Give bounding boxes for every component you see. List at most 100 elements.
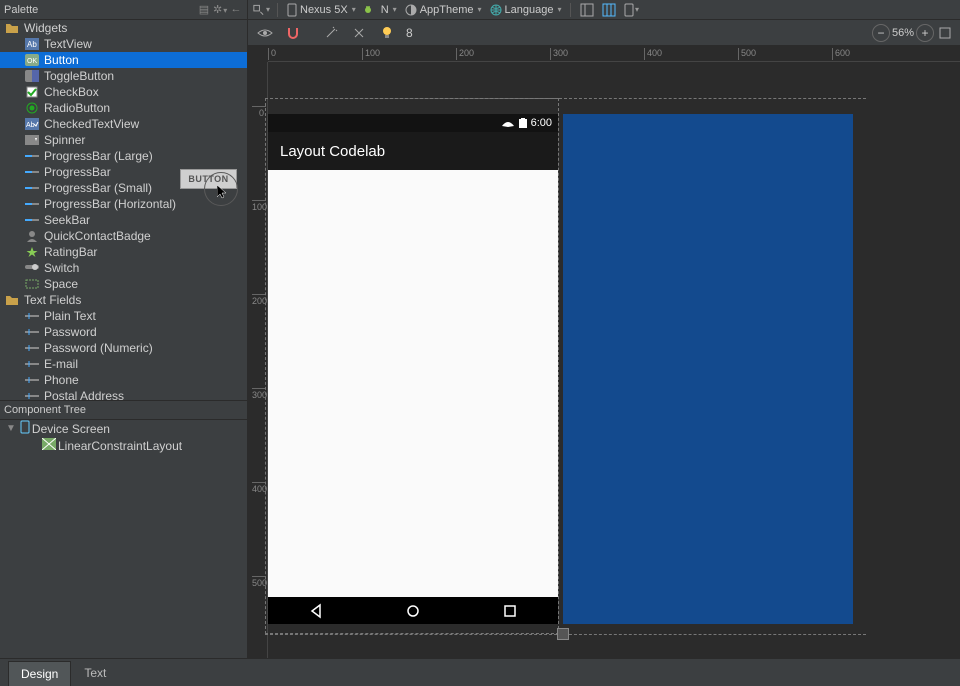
bottom-tabs: Design Text bbox=[0, 658, 960, 686]
palette-settings-icon[interactable]: ✲▾ bbox=[213, 3, 227, 16]
widget-icon bbox=[24, 261, 40, 275]
widget-label: Plain Text bbox=[44, 309, 96, 323]
nav-recent-icon[interactable] bbox=[502, 603, 518, 619]
widget-icon bbox=[24, 213, 40, 227]
palette-group-textfields[interactable]: Text Fields bbox=[0, 292, 247, 308]
widget-icon bbox=[24, 245, 40, 259]
bulb-icon[interactable] bbox=[378, 24, 396, 42]
magnet-icon[interactable] bbox=[284, 24, 302, 42]
widget-label: Postal Address bbox=[44, 389, 124, 400]
widget-label: Password (Numeric) bbox=[44, 341, 153, 355]
palette-item[interactable]: SeekBar bbox=[0, 212, 247, 228]
palette-item[interactable]: Phone bbox=[0, 372, 247, 388]
widget-icon bbox=[24, 277, 40, 291]
palette-item[interactable]: RatingBar bbox=[0, 244, 247, 260]
api-selector[interactable]: N▾ bbox=[362, 4, 399, 16]
widget-label: Phone bbox=[44, 373, 79, 387]
wifi-icon bbox=[501, 118, 515, 128]
tree-child[interactable]: LinearConstraintLayout bbox=[0, 437, 247, 454]
palette-item[interactable]: RadioButton bbox=[0, 100, 247, 116]
fullscreen-icon[interactable] bbox=[936, 24, 954, 42]
palette-dropdown-icon[interactable]: ▾ bbox=[252, 1, 270, 19]
nav-back-icon[interactable] bbox=[308, 603, 324, 619]
widget-icon bbox=[24, 149, 40, 163]
zoom-in-button[interactable]: + bbox=[916, 24, 934, 42]
device-preview[interactable]: 6:00 Layout Codelab bbox=[268, 114, 558, 624]
margin-value[interactable]: 8 bbox=[406, 26, 413, 40]
tab-text[interactable]: Text bbox=[71, 660, 119, 686]
palette-item[interactable]: QuickContactBadge bbox=[0, 228, 247, 244]
svg-text:Ab: Ab bbox=[26, 122, 35, 129]
tab-design[interactable]: Design bbox=[8, 661, 71, 686]
widget-label: E-mail bbox=[44, 357, 78, 371]
textfield-icon bbox=[24, 389, 40, 400]
palette-title: Palette bbox=[4, 4, 38, 16]
component-tree-title: Component Tree bbox=[4, 404, 86, 416]
palette-item[interactable]: Postal Address bbox=[0, 388, 247, 400]
widget-label: Password bbox=[44, 325, 97, 339]
palette-item[interactable]: AbTextView bbox=[0, 36, 247, 52]
textfield-icon bbox=[24, 357, 40, 371]
expand-icon[interactable]: ▼ bbox=[6, 423, 16, 434]
palette-item[interactable]: Space bbox=[0, 276, 247, 292]
design-surface[interactable]: 0100200300400500600 0100200300400500 6:0… bbox=[248, 46, 960, 658]
widget-label: CheckBox bbox=[44, 85, 99, 99]
palette-item[interactable]: E-mail bbox=[0, 356, 247, 372]
palette-item[interactable]: ProgressBar (Horizontal) bbox=[0, 196, 247, 212]
textfield-icon bbox=[24, 325, 40, 339]
top-toolbar: ▾ Nexus 5X▾ N▾ AppTheme▾ Language▾ ▾ bbox=[248, 0, 960, 20]
layout-variant2-icon[interactable] bbox=[600, 1, 618, 19]
palette-item[interactable]: CheckBox bbox=[0, 84, 247, 100]
palette-item[interactable]: Spinner bbox=[0, 132, 247, 148]
group-label: Widgets bbox=[24, 21, 67, 35]
eye-icon[interactable] bbox=[256, 24, 274, 42]
device-selector[interactable]: Nexus 5X▾ bbox=[285, 3, 358, 17]
orientation-icon[interactable]: ▾ bbox=[622, 1, 640, 19]
component-tree-header: Component Tree bbox=[0, 400, 248, 420]
zoom-level: 56% bbox=[892, 27, 914, 39]
widget-label: ProgressBar bbox=[44, 165, 111, 179]
nav-home-icon[interactable] bbox=[405, 603, 421, 619]
language-selector[interactable]: Language▾ bbox=[488, 4, 564, 16]
clear-constraints-icon[interactable] bbox=[350, 24, 368, 42]
battery-icon bbox=[519, 118, 527, 128]
status-time: 6:00 bbox=[531, 117, 552, 129]
palette-item[interactable]: Switch bbox=[0, 260, 247, 276]
widget-label: SeekBar bbox=[44, 213, 90, 227]
widget-icon bbox=[24, 165, 40, 179]
palette-item[interactable]: ToggleButton bbox=[0, 68, 247, 84]
widget-icon bbox=[24, 181, 40, 195]
svg-text:OK: OK bbox=[27, 58, 37, 65]
palette-item[interactable]: Password (Numeric) bbox=[0, 340, 247, 356]
language-label: Language bbox=[505, 4, 554, 16]
palette-group-widgets[interactable]: Widgets bbox=[0, 20, 247, 36]
palette-view-icon[interactable]: ▤ bbox=[197, 3, 211, 16]
ruler-horizontal: 0100200300400500600 bbox=[268, 46, 960, 62]
textfield-icon bbox=[24, 309, 40, 323]
tree-root[interactable]: ▼ Device Screen bbox=[0, 420, 247, 437]
resize-handle[interactable] bbox=[557, 628, 569, 640]
app-bar: Layout Codelab bbox=[268, 132, 558, 170]
component-tree: ▼ Device Screen LinearConstraintLayout bbox=[0, 420, 248, 658]
canvas[interactable]: 6:00 Layout Codelab bbox=[268, 62, 960, 658]
device-content[interactable] bbox=[268, 170, 558, 597]
palette-item[interactable]: OKButton bbox=[0, 52, 247, 68]
widget-icon bbox=[24, 133, 40, 147]
widget-label: ToggleButton bbox=[44, 69, 114, 83]
palette-item[interactable]: Plain Text bbox=[0, 308, 247, 324]
zoom-out-button[interactable]: − bbox=[872, 24, 890, 42]
palette-hide-icon[interactable]: ← bbox=[229, 3, 243, 16]
blueprint-view[interactable] bbox=[563, 114, 853, 624]
palette-item[interactable]: AbCheckedTextView bbox=[0, 116, 247, 132]
widget-label: QuickContactBadge bbox=[44, 229, 151, 243]
design-toolbar: 8 − 56% + bbox=[248, 20, 960, 46]
layout-variant1-icon[interactable] bbox=[578, 1, 596, 19]
theme-selector[interactable]: AppTheme▾ bbox=[403, 4, 484, 16]
drag-ghost-button: BUTTON bbox=[180, 169, 237, 189]
wand-icon[interactable] bbox=[322, 24, 340, 42]
textfield-icon bbox=[24, 373, 40, 387]
group-label: Text Fields bbox=[24, 293, 81, 307]
palette-header: Palette ▤ ✲▾ ← bbox=[0, 0, 248, 20]
palette-item[interactable]: Password bbox=[0, 324, 247, 340]
palette-item[interactable]: ProgressBar (Large) bbox=[0, 148, 247, 164]
